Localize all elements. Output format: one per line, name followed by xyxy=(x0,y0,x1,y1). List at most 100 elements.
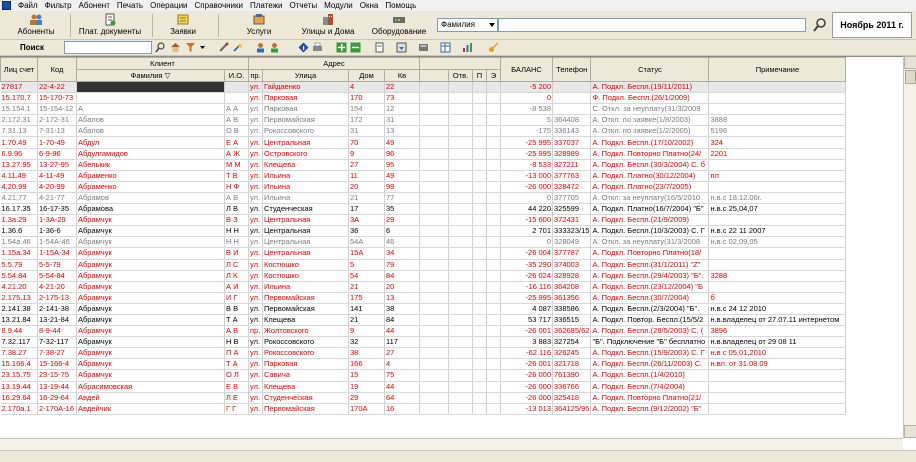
table-row[interactable]: 2.172.31 2-172-31 Абалов А Вул. Первомайская… xyxy=(0,114,847,127)
table-row[interactable]: 15.154.1 15-154-12 А А Аул. Парковая 154 12 -8 … xyxy=(0,103,847,116)
table-row[interactable]: 1.15а.34 1-15А-34 Абрамчук В Иул. Центральна… xyxy=(0,247,847,260)
menu-filter[interactable]: Фильтр xyxy=(42,0,76,11)
table-row[interactable]: 4.20.99 4-20-99 Абраменко Н Фул. Ильина 20 99 -… xyxy=(0,181,847,193)
menu-operations[interactable]: Операции xyxy=(147,0,191,11)
cell-kv: 96 xyxy=(384,148,420,160)
print-icon[interactable] xyxy=(312,42,323,53)
table-row[interactable]: 4.11.49 4-11-49 Абраменко Т Вул. Ильина 11 49 -… xyxy=(0,170,847,182)
table-row[interactable]: 7.32.117 7-32-117 Абрамчук Н Вул. Рокоссовск… xyxy=(0,336,847,349)
user-icon[interactable] xyxy=(255,42,266,53)
document-icon[interactable] xyxy=(374,42,385,53)
search-icon[interactable] xyxy=(812,17,828,33)
key-icon[interactable] xyxy=(488,42,499,53)
quick-search-input[interactable] xyxy=(64,41,152,54)
report-icon[interactable] xyxy=(418,42,429,53)
scroll-thumb[interactable] xyxy=(905,70,916,84)
cell-dom: 175 xyxy=(348,292,385,304)
table-row[interactable]: 13.21.84 13-21-84 Абрамчук Т Аул. Клещева 21 8… xyxy=(0,314,847,327)
uslugi-button[interactable]: Услуги xyxy=(236,12,282,39)
col-familia[interactable]: Фамилия ▽ xyxy=(76,69,225,82)
menu-print[interactable]: Печать xyxy=(114,0,147,11)
home-icon[interactable] xyxy=(170,42,181,53)
table-row[interactable]: 1.3а.29 1-3А-29 Абрамчук В Зул. Центральная 3… xyxy=(0,214,847,227)
tools-icon[interactable] xyxy=(218,42,229,53)
plat-docs-button[interactable]: Плат. документы xyxy=(74,12,146,39)
table-row[interactable]: 15.170.7 15-170-73 ул. Парковая 170 73 0 Ф. Под… xyxy=(0,92,847,105)
menu-modules[interactable]: Модули xyxy=(321,0,357,11)
table-row[interactable]: 13.19.44 13-19-44 Абрасимовская Е Вул. Клеще… xyxy=(0,381,847,393)
col-io[interactable]: И.О. xyxy=(224,69,249,82)
col-ulica[interactable]: Улица xyxy=(262,69,349,82)
menu-file[interactable]: Файл xyxy=(15,0,42,11)
chevron-down-icon[interactable] xyxy=(197,42,208,53)
col-primech[interactable]: Примечание xyxy=(708,57,847,82)
col-kv[interactable]: Кв xyxy=(384,69,420,82)
horizontal-scrollbar[interactable] xyxy=(0,438,903,450)
scroll-up-arrow[interactable] xyxy=(904,56,916,69)
delete-icon[interactable] xyxy=(350,42,361,53)
table-row[interactable]: 2.141.38 2-141-38 Абрамчук В Вул. Первомайск… xyxy=(0,303,847,315)
table-row[interactable]: 15.166.4 15-166-4 Абрамчук Т Аул. Парковая 16… xyxy=(0,358,847,371)
info-icon[interactable] xyxy=(298,42,309,53)
col-telefon[interactable]: Телефон xyxy=(551,57,592,82)
zayavki-button[interactable]: Заявки xyxy=(158,12,208,39)
ulitsy-button[interactable]: Улицы и Дома xyxy=(298,12,358,39)
edit-user-icon[interactable] xyxy=(270,42,281,53)
col-pr[interactable]: пр. xyxy=(248,69,263,82)
table-row[interactable]: 6.9.96 6-9-96 Абдулгамидов А Жул. Островског… xyxy=(0,148,847,160)
chart-icon[interactable] xyxy=(462,42,473,53)
table-row[interactable]: 23.15.75 23-15-75 Абрамчук О Лул. Савича 15 75… xyxy=(0,369,847,382)
col-p[interactable]: П xyxy=(472,69,487,82)
table-row[interactable]: 7.38.27 7-38-27 Абрамчук П Аул. Рокоссовског… xyxy=(0,347,847,360)
col-balans[interactable]: БАЛАНС xyxy=(500,57,553,82)
table-row[interactable]: 13.27.95 13-27-95 Абелькик М Мул. Клещева 27 9… xyxy=(0,159,847,171)
menu-help[interactable]: Помощь xyxy=(382,0,420,11)
oborud-button[interactable]: Оборудование xyxy=(366,12,432,39)
abonents-button[interactable]: Абоненты xyxy=(10,12,62,39)
menu-payments[interactable]: Платежи xyxy=(247,0,286,11)
col-e[interactable]: Э xyxy=(486,69,501,82)
col-dom[interactable]: Дом xyxy=(348,69,385,82)
cell-balans: -25 995 xyxy=(500,136,553,149)
cell-otv xyxy=(448,125,473,138)
menu-windows[interactable]: Окна xyxy=(357,0,383,11)
menu-references[interactable]: Справочники xyxy=(192,0,247,11)
menu-abonent[interactable]: Абонент xyxy=(76,0,114,11)
table-row[interactable]: 7.31.13 7-31-13 Абалов О Вул. Рокоссовского 3… xyxy=(0,125,847,138)
table-row[interactable]: 16.29.64 16-29-64 Авдей Л Еул. Студенческая 2… xyxy=(0,392,847,404)
cell-status: А. Подкл. Беспл.(19/11/2011) xyxy=(590,81,710,94)
search-icon[interactable] xyxy=(155,42,166,53)
filter-icon[interactable] xyxy=(185,42,196,53)
table-row[interactable]: 5.5.79 5-5-79 Абрамчук Л Сул. Костюшко 5 79 -35… xyxy=(0,259,847,271)
add-icon[interactable] xyxy=(336,42,347,53)
table-row[interactable]: 2.175.13 2-175-13 Абрамчук И Гул. Первомайск… xyxy=(0,292,847,304)
table-row[interactable]: 1.54а.46 1-54А-46 Абрамчук Н Нул. Центральна… xyxy=(0,236,847,249)
cell-status: А. Подкл. Беспл.(23/12/2004) "Б xyxy=(590,281,710,293)
cell-io: А В xyxy=(224,114,249,127)
table-row[interactable]: 4.21.20 4-21-20 Абрамчук А Иул. Ильина 21 20 -1… xyxy=(0,281,847,293)
col-otv[interactable]: Отв. xyxy=(448,69,473,82)
wizard-icon[interactable] xyxy=(232,42,243,53)
table-row[interactable]: 1.70.49 1-70-49 Абдул Е Аул. Центральная 70 49… xyxy=(0,136,847,149)
table-row[interactable]: 8.9.44 8-9-44 Абрамчук А Впр. Жолтовского 9 44… xyxy=(0,325,847,338)
col-lic[interactable]: Лиц счет xyxy=(0,57,38,82)
table-row[interactable]: 27817 22-4-22 ул. Гайдаенко 4 22 -5 200 А. Подк… xyxy=(0,81,847,94)
table-row[interactable]: 4.21.77 4-21-77 Абрамов А Вул. Ильина 21 77 0 37… xyxy=(0,192,847,205)
col-kod[interactable]: Код xyxy=(37,57,77,82)
vertical-scrollbar[interactable] xyxy=(903,56,916,438)
cell-pr: ул. xyxy=(248,303,263,315)
table-row[interactable]: 1.36.6 1-36-6 Абрамчук Н Нул. Центральная 36 6… xyxy=(0,225,847,238)
scroll-down-arrow[interactable] xyxy=(904,425,916,438)
table-row[interactable]: 5.54.84 5-54-84 Абрамчук Л Кул. Костюшко 54 84… xyxy=(0,270,847,282)
cell-e xyxy=(486,81,501,94)
table-row[interactable]: 16.17.35 16-17-35 Абрамова Л Вул. Студенческ… xyxy=(0,203,847,216)
col-status[interactable]: Статус xyxy=(590,57,710,82)
cell-blank xyxy=(419,369,449,382)
search-value-input[interactable] xyxy=(498,18,806,32)
cell-blank xyxy=(419,114,449,127)
menu-reports[interactable]: Отчеты xyxy=(286,0,321,11)
table-icon[interactable] xyxy=(440,42,451,53)
table-row[interactable]: 2.170а.1 2-170А-16 Авдейчик Г Гул. Первомайс… xyxy=(0,403,847,415)
search-field-select[interactable]: Фамилия xyxy=(437,18,498,32)
export-icon[interactable] xyxy=(396,42,407,53)
